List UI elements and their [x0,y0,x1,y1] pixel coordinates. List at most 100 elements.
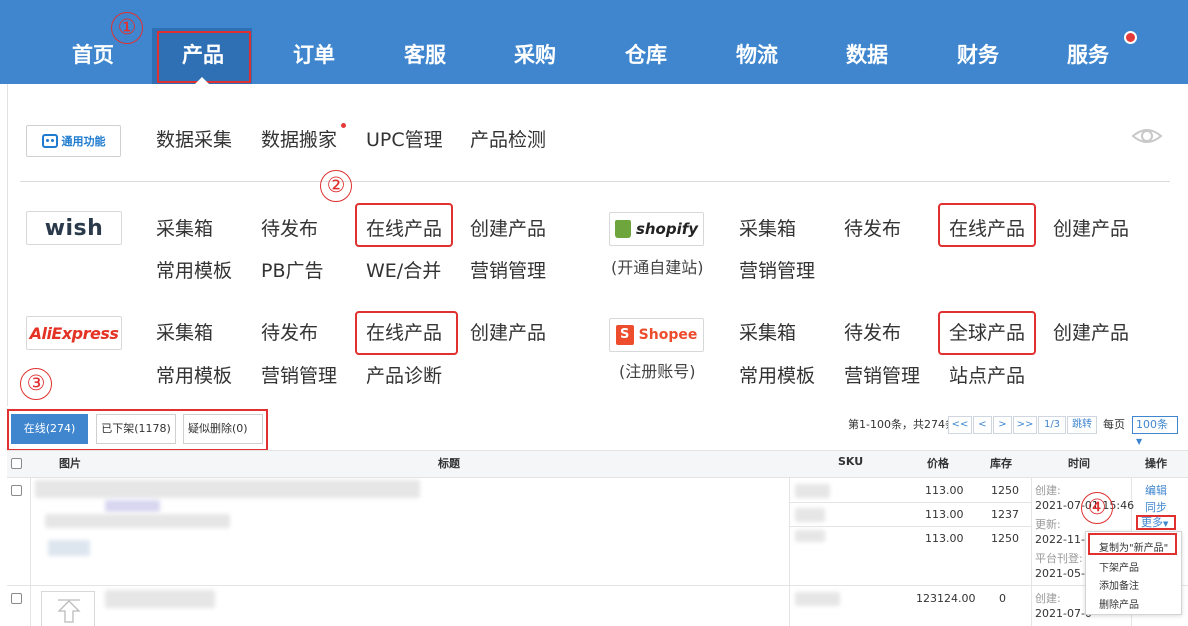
pager-per-page-label: 每页 [1103,418,1125,431]
wish-collect-box[interactable]: 采集箱 [156,216,213,242]
ali-collect-box[interactable]: 采集箱 [156,320,213,346]
pager-prev[interactable]: < [973,416,992,434]
listed-time: 2021-05-2 [1035,567,1092,580]
menu-delist-product[interactable]: 下架产品 [1099,559,1139,574]
shopee-site-products[interactable]: 站点产品 [949,363,1025,389]
shopify-pending[interactable]: 待发布 [844,216,901,242]
highlight-wish-online [355,203,453,247]
nav-item-service[interactable]: 客服 [380,40,470,70]
shopee-bag-icon: S [615,325,634,345]
ali-templates[interactable]: 常用模板 [156,363,232,389]
price-cell: 113.00 [925,484,964,497]
col-title: 标题 [438,457,460,470]
blurred-content [45,514,230,528]
shopify-create-product[interactable]: 创建产品 [1053,216,1129,242]
grid-line [789,526,1031,527]
shopify-collect-box[interactable]: 采集箱 [739,216,796,242]
ali-diagnosis[interactable]: 产品诊断 [366,363,442,389]
edit-link[interactable]: 编辑 [1145,482,1167,498]
nav-item-logistics[interactable]: 物流 [712,40,802,70]
shopee-create-product[interactable]: 创建产品 [1053,320,1129,346]
marker-3: ③ [20,368,52,400]
sync-link[interactable]: 同步 [1145,499,1167,515]
ali-create-product[interactable]: 创建产品 [470,320,546,346]
menu-data-move[interactable]: 数据搬家 [261,127,337,153]
nav-item-home[interactable]: 首页 [48,40,138,70]
nav-item-data[interactable]: 数据 [822,40,912,70]
aliexpress-logo: AliExpress [26,316,122,350]
new-dot [341,123,346,128]
grid-line [789,502,1031,503]
marker-1: ① [111,12,143,44]
per-page-value: 100条 [1136,418,1168,431]
wish-templates[interactable]: 常用模板 [156,258,232,284]
wish-marketing[interactable]: 营销管理 [470,258,546,284]
shopee-templates[interactable]: 常用模板 [739,363,815,389]
select-all-checkbox[interactable] [11,458,22,469]
page: 首页 产品 订单 客服 采购 仓库 物流 数据 财务 服务 ① 通用功能 数据采… [0,0,1188,626]
shopify-logo-text: shopify [635,220,699,238]
menu-upc[interactable]: UPC管理 [366,127,443,153]
ali-marketing[interactable]: 营销管理 [261,363,337,389]
general-tools-badge: 通用功能 [26,125,121,157]
shopee-marketing[interactable]: 营销管理 [844,363,920,389]
eye-icon[interactable] [1131,125,1163,147]
marker-4: ④ [1081,492,1113,524]
price-cell: 113.00 [925,532,964,545]
blurred-thumbnail [48,540,90,556]
created-time: 2021-07-0 [1035,607,1092,620]
wish-pending[interactable]: 待发布 [261,216,318,242]
row-checkbox[interactable] [11,485,22,496]
ali-pending[interactable]: 待发布 [261,320,318,346]
wish-pb-ads[interactable]: PB广告 [261,258,324,284]
stock-cell: 1250 [991,532,1019,545]
col-price: 价格 [927,457,949,470]
more-label: 更多 [1141,516,1163,529]
shopify-bag-icon [614,220,631,238]
stock-cell: 0 [999,592,1006,605]
listed-label: 平台刊登: [1035,552,1083,565]
wish-we-merge[interactable]: WE/合并 [366,258,441,284]
menu-product-check[interactable]: 产品检测 [470,127,546,153]
general-tools-label: 通用功能 [61,135,106,148]
blurred-title [35,480,420,498]
shopee-collect-box[interactable]: 采集箱 [739,320,796,346]
shopify-marketing[interactable]: 营销管理 [739,258,815,284]
shopify-note[interactable]: (开通自建站) [611,254,704,278]
robot-icon [41,134,58,148]
marker-2: ② [320,170,352,202]
updated-label: 更新: [1035,518,1061,531]
blurred-title [105,590,215,608]
wish-create-product[interactable]: 创建产品 [470,216,546,242]
nav-item-finance[interactable]: 财务 [933,40,1023,70]
blurred-sku [795,484,830,498]
blurred-sku [795,508,825,522]
created-label: 创建: [1035,484,1061,497]
blurred-sku [795,530,825,542]
menu-data-collect[interactable]: 数据采集 [156,127,232,153]
pager-summary: 第1-100条，共274条 [848,418,956,431]
row-checkbox[interactable] [11,593,22,604]
pager-next[interactable]: > [993,416,1012,434]
caret-down-icon: ▼ [1163,520,1169,528]
pager-first[interactable]: << [948,416,972,434]
highlight-copy-as-new [1088,533,1177,555]
col-time: 时间 [1068,457,1090,470]
menu-delete-product[interactable]: 删除产品 [1099,596,1139,611]
menu-add-note[interactable]: 添加备注 [1099,577,1139,592]
stock-cell: 1250 [991,484,1019,497]
nav-item-warehouse[interactable]: 仓库 [601,40,691,70]
col-image: 图片 [59,457,81,470]
shopee-pending[interactable]: 待发布 [844,320,901,346]
nav-item-orders[interactable]: 订单 [269,40,359,70]
pager-last[interactable]: >> [1013,416,1037,434]
nav-item-services[interactable]: 服务 [1043,40,1133,70]
shopee-note[interactable]: (注册账号) [619,358,696,382]
grid-line [30,478,31,626]
more-button[interactable]: 更多▼ [1136,515,1176,530]
nav-item-purchase[interactable]: 采购 [490,40,580,70]
pager-page: 1/3 [1038,416,1066,434]
per-page-select[interactable]: 100条 ▼ [1132,416,1178,446]
divider [20,181,1170,182]
pager-jump[interactable]: 跳转 [1067,416,1097,434]
